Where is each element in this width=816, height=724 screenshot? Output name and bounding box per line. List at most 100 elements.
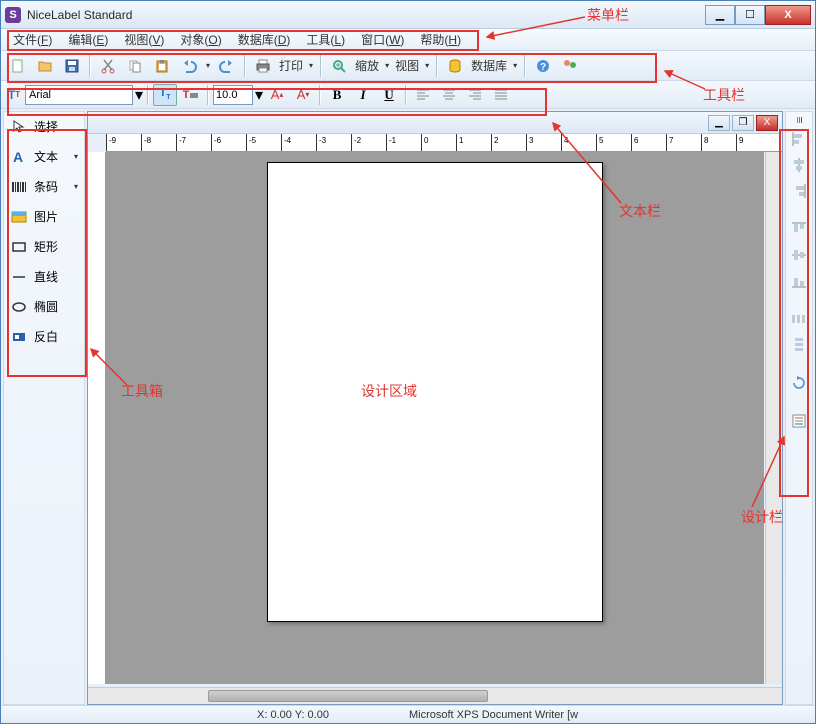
toolbox-inverse[interactable]: 反白 — [4, 322, 84, 352]
font-increase-button[interactable]: A▴ — [265, 84, 289, 106]
toolbox-icon — [10, 328, 28, 346]
print-dropdown[interactable]: ▾ — [306, 61, 316, 70]
align-center-h-button[interactable] — [788, 154, 810, 176]
size-dropdown[interactable]: ▾ — [255, 85, 263, 105]
bold-button[interactable]: B — [325, 84, 349, 106]
label-canvas[interactable] — [267, 162, 603, 622]
zoom-label[interactable]: 缩放 — [353, 57, 381, 74]
font-dropdown[interactable]: ▾ — [135, 85, 143, 105]
help-button[interactable]: ? — [530, 54, 556, 78]
rotate-button[interactable] — [788, 372, 810, 394]
toolbox-icon — [10, 118, 28, 136]
design-panel — [785, 111, 813, 705]
app-icon: S — [5, 7, 21, 23]
toolbox-icon — [10, 268, 28, 286]
undo-dropdown[interactable]: ▾ — [203, 61, 213, 70]
status-printer: Microsoft XPS Document Writer [w — [409, 709, 578, 721]
doc-restore-button[interactable]: ❐ — [732, 115, 754, 131]
menu-d[interactable]: 数据库(D) — [232, 29, 297, 50]
users-button[interactable] — [557, 54, 583, 78]
cut-button[interactable] — [95, 54, 121, 78]
print-button[interactable] — [250, 54, 276, 78]
view-label[interactable]: 视图 — [393, 57, 421, 74]
doc-minimize-button[interactable]: ▁ — [708, 115, 730, 131]
toolbox-text[interactable]: A文本▾ — [4, 142, 84, 172]
database-dropdown[interactable]: ▾ — [510, 61, 520, 70]
grip-icon — [789, 116, 809, 124]
font-size-input[interactable] — [213, 85, 253, 105]
scrollbar-thumb[interactable] — [208, 690, 488, 702]
menubar: 文件(F)编辑(E)视图(V)对象(O)数据库(D)工具(L)窗口(W)帮助(H… — [1, 29, 815, 51]
titlebar: S NiceLabel Standard ▁ ☐ X — [1, 1, 815, 29]
document-window: ▁ ❐ X -9-8-7-6-5-4-3-2-10123456789 — [87, 111, 783, 705]
minimize-button[interactable]: ▁ — [705, 5, 735, 25]
truetype-button[interactable]: TT — [153, 84, 177, 106]
menu-l[interactable]: 工具(L) — [300, 29, 351, 50]
align-bottom-button[interactable] — [788, 270, 810, 292]
main-toolbar: ▾ 打印 ▾ 缩放 ▾ 视图 ▾ 数据库 ▾ ? — [1, 51, 815, 81]
scrollbar-horizontal[interactable] — [88, 687, 782, 704]
align-justify-button[interactable] — [489, 84, 513, 106]
copy-button[interactable] — [122, 54, 148, 78]
zoom-button[interactable] — [326, 54, 352, 78]
status-coord: X: 0.00 Y: 0.00 — [257, 709, 329, 721]
distribute-v-button[interactable] — [788, 334, 810, 356]
italic-button[interactable]: I — [351, 84, 375, 106]
menu-f[interactable]: 文件(F) — [7, 29, 58, 50]
align-left-edges-button[interactable] — [788, 128, 810, 150]
workspace: 选择A文本▾条码▾图片矩形直线椭圆反白 ▁ ❐ X -9-8-7-6-5-4-3… — [3, 111, 813, 705]
text-icon: TT — [5, 86, 23, 104]
toolbox-rect[interactable]: 矩形 — [4, 232, 84, 262]
svg-text:A: A — [13, 149, 23, 165]
properties-button[interactable] — [788, 410, 810, 432]
database-button[interactable] — [442, 54, 468, 78]
mdi-area: ▁ ❐ X -9-8-7-6-5-4-3-2-10123456789 — [87, 111, 783, 705]
toolbox-select[interactable]: 选择 — [4, 112, 84, 142]
print-label[interactable]: 打印 — [277, 57, 305, 74]
toolbox-icon — [10, 208, 28, 226]
align-right-edges-button[interactable] — [788, 180, 810, 202]
toolbox-icon — [10, 178, 28, 196]
menu-v[interactable]: 视图(V) — [118, 29, 170, 50]
database-label[interactable]: 数据库 — [469, 57, 509, 74]
menu-w[interactable]: 窗口(W) — [355, 29, 410, 50]
scrollbar-vertical[interactable] — [765, 152, 782, 684]
doc-close-button[interactable]: X — [756, 115, 778, 131]
view-dropdown[interactable]: ▾ — [422, 61, 432, 70]
toolbox-barcode[interactable]: 条码▾ — [4, 172, 84, 202]
align-left-button[interactable] — [411, 84, 435, 106]
chevron-down-icon: ▾ — [74, 152, 78, 161]
align-top-button[interactable] — [788, 218, 810, 240]
canvas-area[interactable] — [106, 152, 764, 684]
statusbar: X: 0.00 Y: 0.00 Microsoft XPS Document W… — [1, 705, 815, 723]
maximize-button[interactable]: ☐ — [735, 5, 765, 25]
font-select[interactable] — [25, 85, 133, 105]
zoom-dropdown[interactable]: ▾ — [382, 61, 392, 70]
undo-button[interactable] — [176, 54, 202, 78]
align-center-button[interactable] — [437, 84, 461, 106]
printer-font-button[interactable]: T — [179, 84, 203, 106]
app-title: NiceLabel Standard — [27, 8, 705, 22]
save-button[interactable] — [59, 54, 85, 78]
underline-button[interactable]: U — [377, 84, 401, 106]
toolbox-picture[interactable]: 图片 — [4, 202, 84, 232]
align-middle-button[interactable] — [788, 244, 810, 266]
ruler-horizontal: -9-8-7-6-5-4-3-2-10123456789 — [106, 134, 782, 152]
redo-button[interactable] — [214, 54, 240, 78]
toolbox-icon — [10, 238, 28, 256]
toolbox-line[interactable]: 直线 — [4, 262, 84, 292]
new-button[interactable] — [5, 54, 31, 78]
toolbox-ellipse[interactable]: 椭圆 — [4, 292, 84, 322]
menu-e[interactable]: 编辑(E) — [62, 29, 114, 50]
close-button[interactable]: X — [765, 5, 811, 25]
menu-o[interactable]: 对象(O) — [174, 29, 227, 50]
align-right-button[interactable] — [463, 84, 487, 106]
paste-button[interactable] — [149, 54, 175, 78]
chevron-down-icon: ▾ — [74, 182, 78, 191]
text-toolbar: TT ▾ TT T ▾ A▴ A▾ B I U — [1, 81, 815, 109]
menu-h[interactable]: 帮助(H) — [414, 29, 467, 50]
font-decrease-button[interactable]: A▾ — [291, 84, 315, 106]
ruler-vertical — [88, 152, 106, 684]
open-button[interactable] — [32, 54, 58, 78]
distribute-h-button[interactable] — [788, 308, 810, 330]
